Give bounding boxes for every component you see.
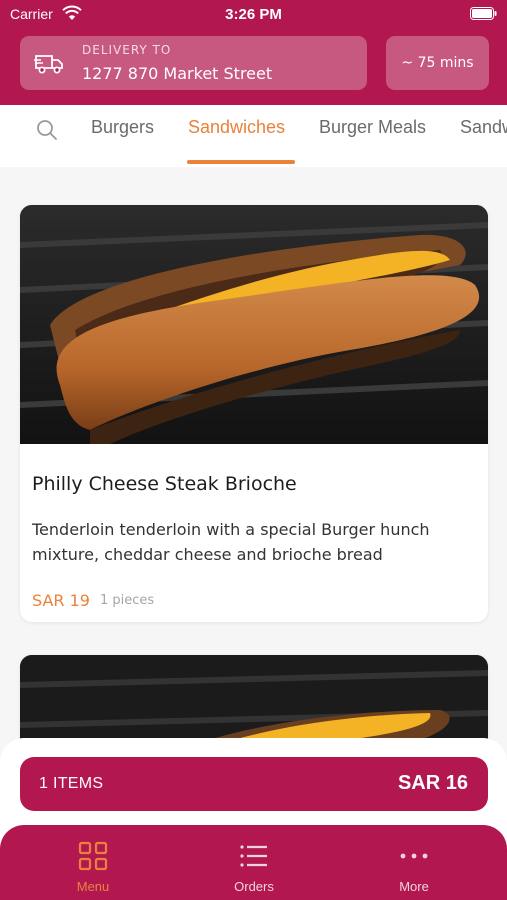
- product-image: [20, 205, 488, 444]
- delivery-address-button[interactable]: DELIVERY TO 1277 870 Market Street: [20, 36, 367, 90]
- cart-total: SAR 16: [397, 772, 468, 794]
- tabbar-more-label: More: [399, 879, 429, 894]
- grid-icon: [78, 841, 108, 871]
- tab-burger-meals[interactable]: Burger Meals: [319, 117, 426, 138]
- product-price: SAR 19: [32, 591, 90, 610]
- delivery-eta: ~ 75 mins: [401, 55, 474, 71]
- product-title: Philly Cheese Steak Brioche: [32, 473, 297, 495]
- more-dots-icon: [400, 853, 428, 859]
- product-card[interactable]: Philly Cheese Steak Brioche Tenderloin t…: [20, 205, 488, 622]
- category-tabs: Burgers Sandwiches Burger Meals Sandw: [0, 105, 507, 167]
- tabbar-orders[interactable]: Orders: [194, 825, 314, 900]
- tabbar-menu[interactable]: Menu: [33, 825, 153, 900]
- search-icon[interactable]: [36, 119, 58, 141]
- tabbar-menu-label: Menu: [76, 879, 110, 894]
- header: Carrier 3:26 PM DELIVERY TO 1277 870 Mar…: [0, 0, 507, 105]
- list-icon: [240, 845, 267, 867]
- status-bar: Carrier 3:26 PM: [0, 0, 507, 28]
- status-time: 3:26 PM: [225, 6, 282, 23]
- delivery-truck-icon: [34, 55, 63, 74]
- tab-burgers[interactable]: Burgers: [91, 117, 154, 138]
- cart-item-count: 1 ITEMS: [39, 775, 104, 792]
- product-pieces: 1 pieces: [100, 593, 155, 608]
- battery-icon: [470, 7, 497, 20]
- bottom-tab-bar: Menu Orders More: [0, 825, 507, 900]
- delivery-to-label: DELIVERY TO: [82, 43, 172, 57]
- delivery-eta-button[interactable]: ~ 75 mins: [386, 36, 489, 90]
- tab-sandwiches-more[interactable]: Sandw: [460, 117, 507, 138]
- tabbar-more[interactable]: More: [354, 825, 474, 900]
- active-tab-indicator: [187, 160, 295, 164]
- product-description: Tenderloin tenderloin with a special Bur…: [32, 520, 430, 564]
- tab-sandwiches[interactable]: Sandwiches: [188, 117, 285, 138]
- view-cart-button[interactable]: 1 ITEMS SAR 16: [20, 757, 488, 811]
- delivery-address: 1277 870 Market Street: [82, 64, 273, 83]
- tabbar-orders-label: Orders: [234, 879, 274, 894]
